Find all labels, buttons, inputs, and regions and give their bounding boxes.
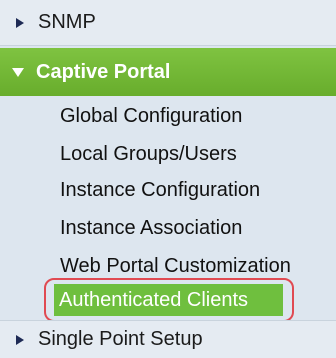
left-navigation: SNMP Captive Portal Global Configuration… [0,0,336,358]
nav-section-snmp[interactable]: SNMP [0,0,336,46]
triangle-right-icon [16,17,24,28]
nav-item-web-portal-customization[interactable]: Web Portal Customization [60,250,291,282]
nav-item-instance-configuration[interactable]: Instance Configuration [60,174,260,206]
nav-section-label: SNMP [38,11,96,33]
nav-section-single-point-setup[interactable]: Single Point Setup [0,320,336,358]
nav-item-global-configuration[interactable]: Global Configuration [60,100,242,132]
nav-item-instance-association[interactable]: Instance Association [60,212,242,244]
nav-section-label: Single Point Setup [38,328,203,350]
triangle-down-icon [12,67,24,77]
nav-item-local-groups-users[interactable]: Local Groups/Users [60,138,237,170]
nav-section-label: Captive Portal [36,60,171,83]
nav-item-authenticated-clients[interactable]: Authenticated Clients [54,284,283,316]
nav-section-captive-portal[interactable]: Captive Portal [0,48,336,96]
triangle-right-icon [16,334,24,345]
